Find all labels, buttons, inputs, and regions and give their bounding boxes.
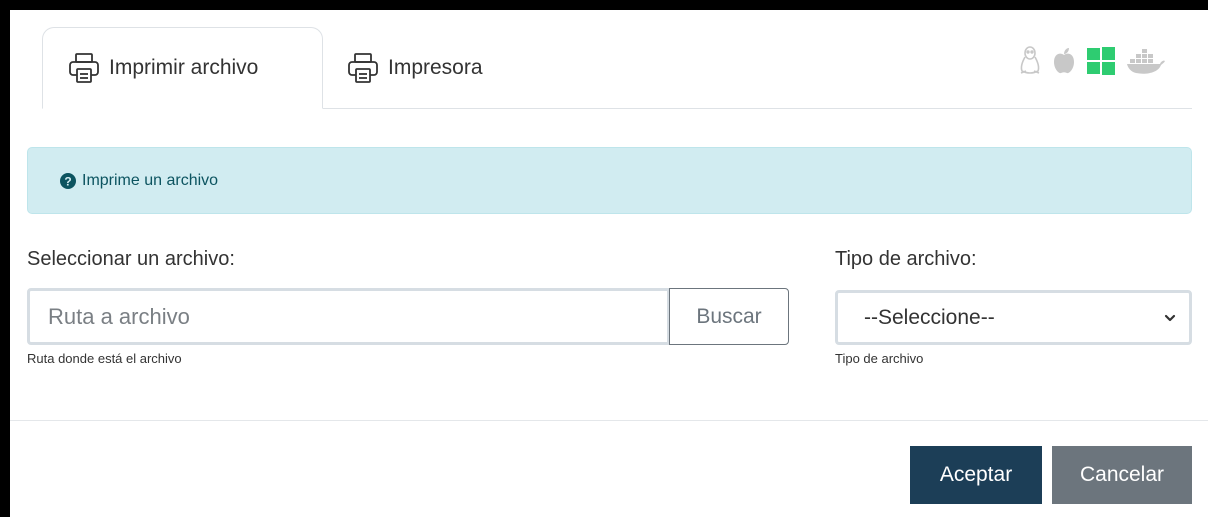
windows-icon	[1086, 46, 1116, 76]
tab-imprimir-archivo[interactable]: Imprimir archivo	[42, 27, 323, 109]
question-circle-icon: ?	[60, 172, 76, 189]
docker-icon	[1126, 46, 1166, 76]
alert-text: Imprime un archivo	[82, 171, 219, 189]
tab-impresora[interactable]: Impresora	[346, 27, 546, 109]
tab-label: Impresora	[388, 56, 483, 79]
browse-button[interactable]: Buscar	[669, 288, 789, 345]
chevron-down-icon	[1163, 311, 1177, 325]
file-input-group: Buscar	[27, 288, 789, 345]
os-icons	[1018, 46, 1166, 76]
printer-icon	[67, 51, 101, 85]
printer-icon	[346, 51, 380, 85]
footer-divider	[10, 420, 1208, 421]
tab-bar: Imprimir archivo Impresora	[10, 10, 1192, 110]
file-path-input[interactable]	[27, 288, 670, 345]
tab-label: Imprimir archivo	[109, 56, 259, 79]
file-help-text: Ruta donde está el archivo	[27, 351, 182, 366]
accept-button[interactable]: Aceptar	[910, 446, 1042, 504]
file-type-selected-value: --Seleccione--	[864, 305, 995, 329]
file-label: Seleccionar un archivo:	[27, 248, 235, 270]
cancel-button[interactable]: Cancelar	[1052, 446, 1192, 504]
apple-icon	[1052, 47, 1076, 75]
svg-text:?: ?	[64, 174, 71, 188]
file-type-label: Tipo de archivo:	[835, 248, 977, 270]
info-alert: ? Imprime un archivo	[27, 147, 1192, 214]
file-type-help-text: Tipo de archivo	[835, 351, 924, 366]
file-type-select[interactable]: --Seleccione--	[835, 290, 1192, 345]
print-dialog: Imprimir archivo Impresora ? Imprime un …	[10, 10, 1208, 517]
linux-icon	[1018, 46, 1042, 76]
